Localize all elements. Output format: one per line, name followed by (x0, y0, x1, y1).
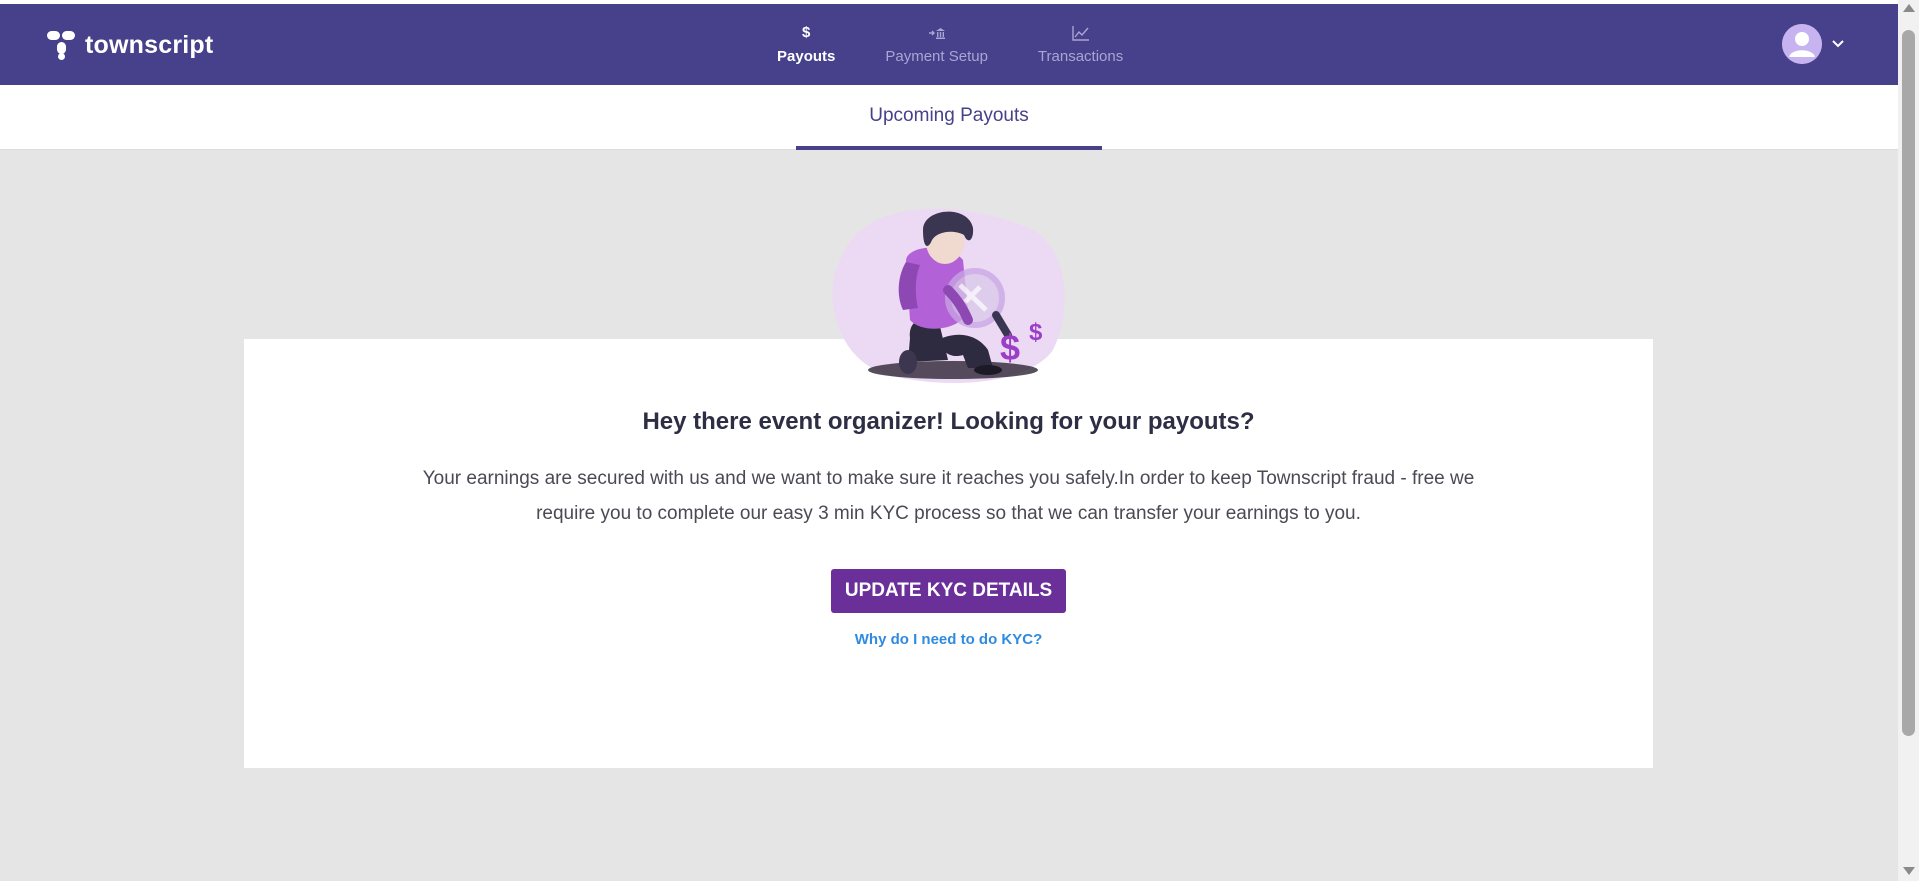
svg-text:$: $ (1029, 319, 1043, 346)
tab-label: Upcoming Payouts (869, 104, 1029, 126)
tab-upcoming-payouts[interactable]: Upcoming Payouts (796, 85, 1102, 150)
why-kyc-link[interactable]: Why do I need to do KYC? (244, 631, 1653, 648)
nav-tab-payouts[interactable]: $ Payouts (752, 4, 860, 85)
person-with-magnifier-and-dollars-illustration: $ $ (832, 208, 1065, 383)
townscript-logo[interactable]: townscript (47, 30, 213, 60)
line-chart-icon (1071, 24, 1090, 42)
user-icon (1782, 24, 1822, 64)
dollar-icon: $ (802, 24, 811, 41)
main-nav: $ Payouts Payment Setup Transactions (752, 4, 1148, 85)
sub-navigation: Upcoming Payouts (0, 85, 1898, 150)
user-menu[interactable] (1782, 24, 1844, 64)
nav-tab-label: Payouts (777, 48, 836, 65)
scroll-thumb[interactable] (1902, 30, 1915, 736)
kyc-description: Your earnings are secured with us and we… (422, 468, 1475, 524)
nav-tab-payment-setup[interactable]: Payment Setup (860, 4, 1013, 85)
svg-text:$: $ (1000, 327, 1020, 368)
top-navbar: townscript $ Payouts Payment Setup Trans… (0, 4, 1898, 85)
nav-tab-label: Payment Setup (885, 48, 988, 65)
avatar (1782, 24, 1822, 64)
nav-tab-label: Transactions (1037, 48, 1124, 65)
update-kyc-button[interactable]: UPDATE KYC DETAILS (831, 569, 1066, 613)
chevron-down-icon (1832, 40, 1844, 48)
page-heading: Hey there event organizer! Looking for y… (642, 408, 1255, 435)
scroll-down-arrow-icon[interactable] (1903, 867, 1915, 875)
townscript-logo-icon (47, 31, 75, 60)
bank-transfer-icon (928, 24, 946, 42)
nav-tab-transactions[interactable]: Transactions (1013, 4, 1148, 85)
vertical-scrollbar[interactable] (1898, 0, 1919, 881)
kyc-card: Hey there event organizer! Looking for y… (244, 339, 1653, 768)
scroll-up-arrow-icon[interactable] (1903, 4, 1915, 12)
logo-text: townscript (85, 30, 214, 59)
